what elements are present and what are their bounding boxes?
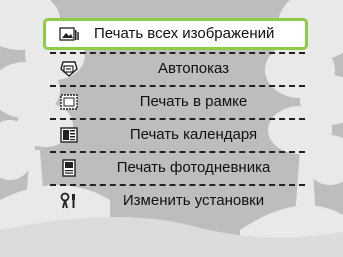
photo-diary-print-icon <box>62 159 76 177</box>
menu-item-label: Печать календаря <box>129 126 258 143</box>
print-all-images-icon <box>59 27 79 41</box>
menu-item-calendar-print[interactable]: Печать календаря <box>43 120 308 150</box>
menu-item-photo-diary-print[interactable]: Печать фотодневника <box>43 153 308 183</box>
menu-item-print-all-images[interactable]: Печать всех изображений <box>43 18 308 50</box>
menu-item-label: Автопоказ <box>157 60 230 77</box>
menu-item-slideshow[interactable]: Автопоказ <box>43 54 308 84</box>
main-menu: Печать всех изображений Автопоказ Печать… <box>0 0 343 257</box>
frame-print-icon <box>60 94 78 110</box>
settings-tools-icon <box>60 192 75 209</box>
slideshow-icon <box>60 61 78 77</box>
menu-item-label: Печать всех изображений <box>94 25 275 42</box>
menu-item-label: Изменить установки <box>122 192 265 209</box>
menu-item-label: Печать фотодневника <box>116 159 271 176</box>
calendar-print-icon <box>60 127 78 143</box>
menu-item-label: Печать в рамке <box>139 93 248 110</box>
printer-menu-screen: Печать всех изображений Автопоказ Печать… <box>0 0 343 257</box>
menu-item-change-settings[interactable]: Изменить установки <box>43 186 308 216</box>
menu-item-frame-print[interactable]: Печать в рамке <box>43 87 308 117</box>
